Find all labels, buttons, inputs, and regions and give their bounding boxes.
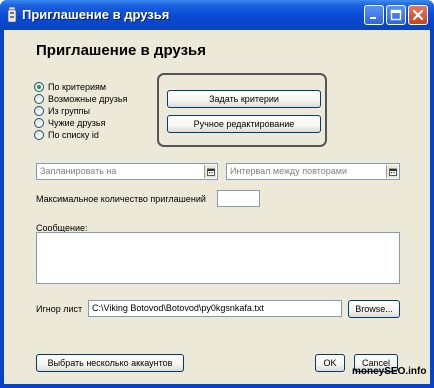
app-window: Приглашение в друзья Приглашение в друзь…	[0, 0, 434, 388]
title-bar[interactable]: Приглашение в друзья	[0, 0, 434, 30]
watermark-text: moneySEO.info	[352, 366, 427, 377]
calendar-icon[interactable]	[204, 165, 216, 178]
manual-edit-button[interactable]: Ручное редактирование	[167, 115, 321, 133]
browse-button[interactable]: Browse...	[348, 300, 400, 318]
radio-others-friends[interactable]: Чужие друзья	[34, 117, 106, 129]
radio-by-criteria[interactable]: По критериям	[34, 81, 106, 93]
message-textarea[interactable]	[36, 232, 400, 284]
ignore-list-label: Игнор лист	[36, 304, 83, 314]
max-invites-label: Максимальное количество приглашений	[36, 194, 206, 204]
ignore-list-path-input[interactable]: C:\Viking Botovod\Botovod\py0kgsnkafa.tx…	[88, 300, 342, 317]
interval-placeholder: Интервал между повторами	[230, 166, 347, 176]
radio-button[interactable]	[34, 106, 44, 116]
schedule-placeholder: Запланировать на	[40, 166, 117, 176]
radio-button[interactable]	[34, 82, 44, 92]
criteria-group-box	[157, 73, 327, 147]
max-invites-input[interactable]	[217, 190, 260, 207]
dialog-body: Приглашение в друзья По критериям Возмож…	[4, 30, 430, 384]
radio-label: По критериям	[48, 82, 107, 92]
set-criteria-button[interactable]: Задать критерии	[167, 90, 321, 108]
maximize-icon	[390, 9, 402, 21]
radio-button[interactable]	[34, 94, 44, 104]
interval-field[interactable]: Интервал между повторами	[226, 163, 400, 180]
minimize-button[interactable]	[364, 5, 384, 25]
radio-id-list[interactable]: По списку id	[34, 129, 99, 141]
radio-label: Чужие друзья	[48, 118, 106, 128]
radio-label: Возможные друзья	[48, 94, 128, 104]
schedule-field[interactable]: Запланировать на	[36, 163, 218, 180]
radio-label: Из группы	[48, 106, 90, 116]
radio-possible-friends[interactable]: Возможные друзья	[34, 93, 127, 105]
app-icon	[6, 6, 18, 23]
radio-button[interactable]	[34, 130, 44, 140]
radio-label: По списку id	[48, 130, 99, 140]
close-button[interactable]	[408, 5, 428, 25]
radio-from-group[interactable]: Из группы	[34, 105, 90, 117]
select-accounts-button[interactable]: Выбрать несколько аккаунтов	[36, 354, 184, 372]
window-title: Приглашение в друзья	[22, 7, 170, 22]
close-icon	[412, 9, 424, 21]
ok-button[interactable]: OK	[315, 354, 345, 372]
dialog-heading: Приглашение в друзья	[36, 42, 206, 59]
radio-button[interactable]	[34, 118, 44, 128]
minimize-icon	[370, 17, 376, 19]
maximize-button[interactable]	[386, 5, 406, 25]
calendar-icon[interactable]	[386, 165, 398, 178]
